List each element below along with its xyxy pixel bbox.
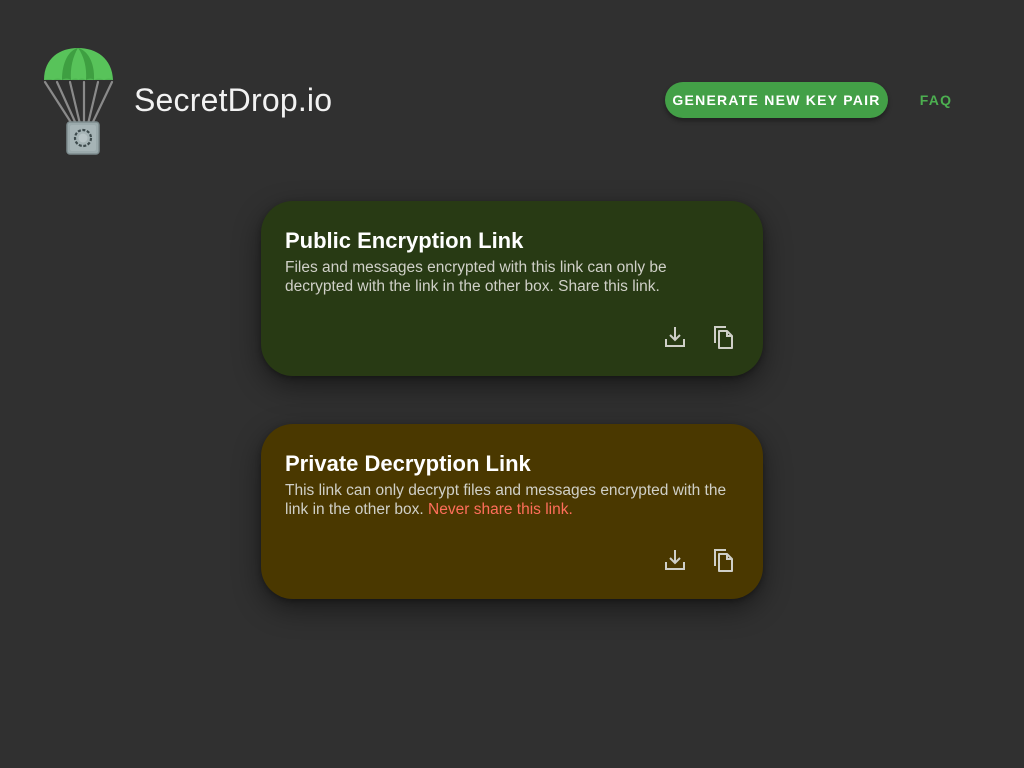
never-share-warning: Never share this link. bbox=[428, 501, 573, 518]
private-download-button[interactable] bbox=[661, 546, 689, 574]
copy-icon bbox=[714, 549, 733, 572]
faq-link[interactable]: FAQ bbox=[904, 82, 968, 118]
private-card-description: This link can only decrypt files and mes… bbox=[285, 481, 735, 519]
brand-name: SecretDrop.io bbox=[134, 82, 333, 118]
private-copy-button[interactable] bbox=[709, 546, 737, 574]
private-card-title: Private Decryption Link bbox=[285, 451, 531, 476]
public-card-title: Public Encryption Link bbox=[285, 228, 524, 253]
public-download-button[interactable] bbox=[661, 323, 689, 351]
public-card-description: Files and messages encrypted with this l… bbox=[285, 259, 667, 295]
page: SecretDrop.io GENERATE NEW KEY PAIR FAQ … bbox=[0, 0, 1024, 768]
private-decryption-card: Private Decryption Link This link can on… bbox=[261, 424, 763, 599]
public-encryption-card: Public Encryption Link Files and message… bbox=[261, 201, 763, 376]
download-icon bbox=[665, 550, 685, 570]
copy-icon bbox=[714, 326, 733, 349]
generate-key-pair-button[interactable]: GENERATE NEW KEY PAIR bbox=[665, 82, 888, 118]
download-icon bbox=[665, 327, 685, 347]
parachute-safe-icon bbox=[43, 48, 114, 155]
public-copy-button[interactable] bbox=[709, 323, 737, 351]
